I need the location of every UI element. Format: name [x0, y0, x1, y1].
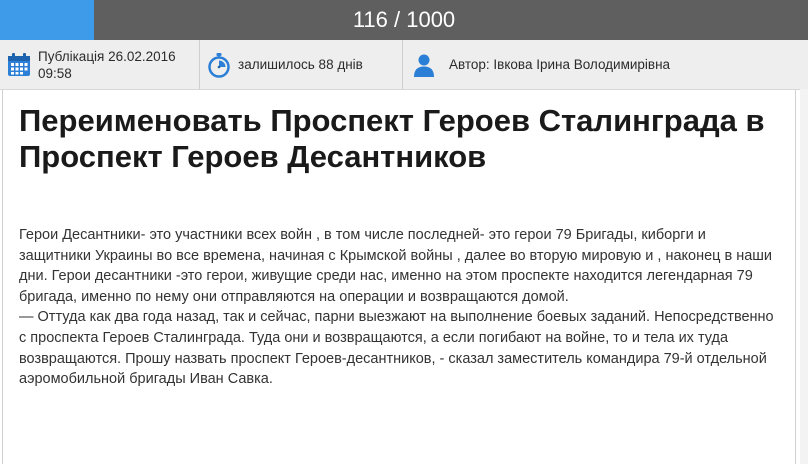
author-name: Автор: Івкова Ірина Володимирівна [449, 57, 671, 72]
user-icon [414, 54, 434, 77]
author-cell: Автор: Івкова Ірина Володимирівна [403, 40, 808, 89]
days-remaining: залишилось 88 днів [238, 57, 363, 72]
petition-body-paragraph-1: Герои Десантники- это участники всех вой… [19, 227, 773, 305]
stopwatch-icon [208, 52, 230, 78]
petition-body: Герои Десантники- это участники всех вой… [19, 225, 781, 390]
petition-meta-bar: Публікація 26.02.2016 09:58 залишилось 8… [0, 40, 808, 90]
publication-date: Публікація 26.02.2016 [38, 48, 176, 64]
petition-content: Переименовать Проспект Героев Сталинград… [2, 90, 796, 464]
page-scrollbar[interactable] [800, 89, 808, 464]
days-remaining-cell: залишилось 88 днів [200, 40, 403, 89]
progress-count: 116 / 1000 [352, 7, 456, 32]
signature-progress-bar: 116 / 1000 [0, 0, 808, 40]
petition-body-paragraph-2: — Оттуда как два года назад, так и сейча… [19, 309, 774, 388]
calendar-icon [8, 52, 30, 76]
publication-date-cell: Публікація 26.02.2016 09:58 [0, 40, 200, 89]
petition-title: Переименовать Проспект Героев Сталинград… [19, 103, 765, 174]
publication-date-text: Публікація 26.02.2016 09:58 [38, 48, 176, 82]
publication-time: 09:58 [38, 65, 72, 81]
